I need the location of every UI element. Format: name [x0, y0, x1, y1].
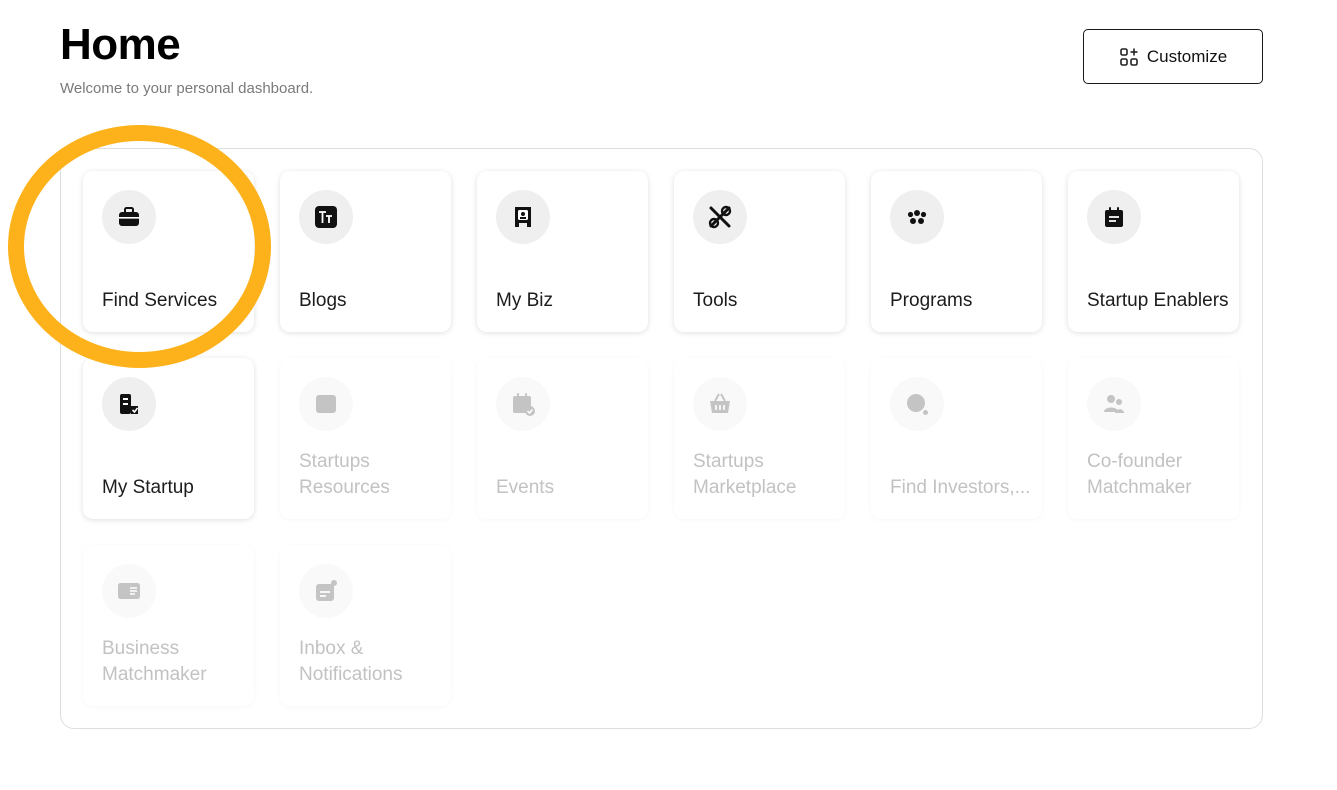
search-dot-icon — [890, 377, 944, 431]
tile-startup-enablers[interactable]: Startup Enablers — [1068, 171, 1239, 332]
id-badge-icon — [496, 190, 550, 244]
tile-startups-marketplace[interactable]: Startups Marketplace — [674, 358, 845, 519]
tile-label: Blogs — [299, 290, 347, 311]
tools-icon — [693, 190, 747, 244]
startup-icon — [102, 377, 156, 431]
tile-label: Tools — [693, 290, 738, 311]
page-subtitle: Welcome to your personal dashboard. — [60, 80, 314, 97]
tile-programs[interactable]: Programs — [871, 171, 1042, 332]
group-icon — [890, 190, 944, 244]
dashboard-page: Home Welcome to your personal dashboard.… — [0, 0, 1337, 790]
tile-label: My Biz — [496, 290, 553, 311]
customize-label: Customize — [1146, 46, 1228, 66]
basket-icon — [693, 377, 747, 431]
customize-icon — [1119, 47, 1139, 67]
tile-label: Startups Marketplace — [693, 451, 797, 498]
customize-button[interactable]: Customize — [1083, 29, 1263, 84]
notebook-icon — [1087, 190, 1141, 244]
tile-label: Programs — [890, 290, 973, 311]
tile-tools[interactable]: Tools — [674, 171, 845, 332]
tile-label: Find Investors,... — [890, 477, 1031, 498]
tile-label: Inbox & Notifications — [299, 638, 403, 685]
page-title: Home — [60, 20, 181, 69]
tile-startups-resources[interactable]: Startups Resources — [280, 358, 451, 519]
notification-icon — [299, 564, 353, 618]
text-format-icon — [299, 190, 353, 244]
tile-events[interactable]: Events — [477, 358, 648, 519]
briefcase-icon — [102, 190, 156, 244]
tile-label: Startups Resources — [299, 451, 390, 498]
tile-label: My Startup — [102, 477, 194, 498]
tile-find-investors[interactable]: Find Investors,... — [871, 358, 1042, 519]
tile-co-founder-matchmaker[interactable]: Co-founder Matchmaker — [1068, 358, 1239, 519]
tile-label: Events — [496, 477, 555, 498]
id-card-icon — [102, 564, 156, 618]
tile-blogs[interactable]: Blogs — [280, 171, 451, 332]
tile-my-startup[interactable]: My Startup — [83, 358, 254, 519]
tile-business-matchmaker[interactable]: Business Matchmaker — [83, 545, 254, 706]
users-icon — [1087, 377, 1141, 431]
tile-my-biz[interactable]: My Biz — [477, 171, 648, 332]
tile-label: Find Services — [102, 290, 218, 311]
calendar-check-icon — [496, 377, 550, 431]
tile-label: Business Matchmaker — [102, 638, 207, 685]
tile-label: Startup Enablers — [1087, 290, 1229, 311]
tile-label: Co-founder Matchmaker — [1087, 451, 1192, 498]
tile-inbox-notifications[interactable]: Inbox & Notifications — [280, 545, 451, 706]
book-icon — [299, 377, 353, 431]
tile-find-services[interactable]: Find Services — [83, 171, 254, 332]
